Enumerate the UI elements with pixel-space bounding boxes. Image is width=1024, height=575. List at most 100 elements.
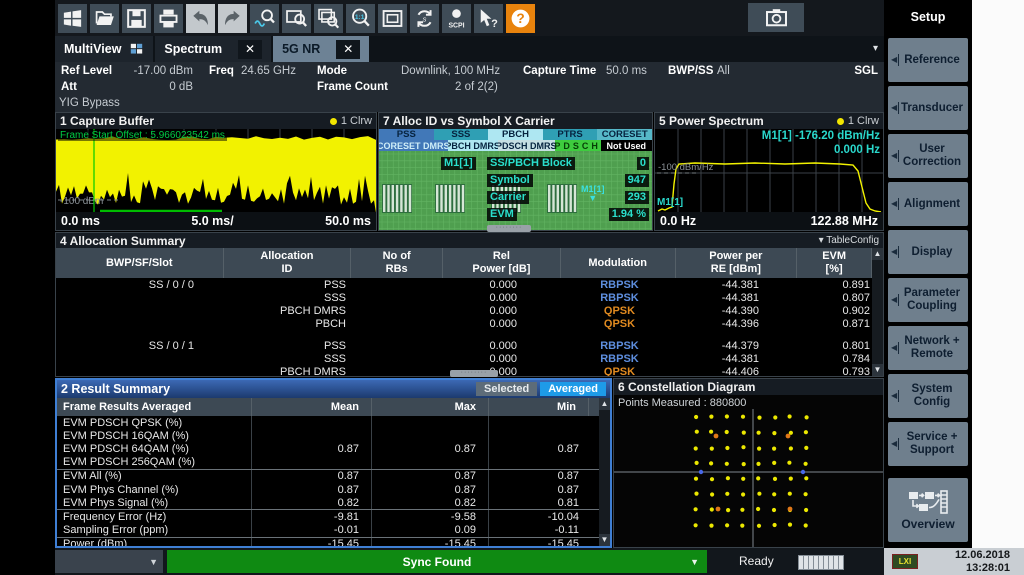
column-header[interactable]: Power perRE [dBm]	[676, 248, 798, 278]
result-tab-selected[interactable]: Selected	[476, 382, 537, 396]
cell-power-per-re: -44.406	[677, 366, 799, 378]
sync-button[interactable]: s	[410, 4, 439, 33]
cell-rel-power: 0.000	[444, 292, 562, 304]
sync-status-dropdown[interactable]: Sync Found ▼	[167, 550, 707, 573]
help-button[interactable]: ?	[506, 4, 535, 33]
cell-mean: -0.01	[252, 524, 372, 537]
cell-rel-power: 0.000	[444, 305, 562, 317]
display-window-button[interactable]	[378, 4, 407, 33]
cell-max: 0.87	[372, 483, 489, 496]
result-tab-averaged[interactable]: Averaged	[540, 382, 606, 396]
result-summary-scrollbar[interactable]: ▲ ▼	[599, 398, 610, 546]
side-menu-arrow-icon: ◀	[891, 54, 899, 66]
datetime-stack: 12.06.2018 13:28:01	[955, 549, 1010, 575]
zoom-window-button[interactable]	[282, 4, 311, 33]
scroll-up-icon[interactable]: ▲	[599, 398, 610, 410]
print-icon	[157, 7, 180, 30]
windows-icon	[61, 7, 84, 30]
column-header[interactable]: EVM[%]	[797, 248, 872, 278]
softkey-reference[interactable]: ◀Reference	[888, 38, 968, 82]
svg-text:1:1: 1:1	[355, 13, 365, 20]
softkey-transducer[interactable]: ◀Transducer	[888, 86, 968, 130]
side-menu-arrow-icon: ◀	[891, 342, 899, 354]
zoom-trace-button[interactable]	[250, 4, 279, 33]
svg-text:s: s	[423, 14, 427, 23]
tab-overflow-icon[interactable]: ▾	[873, 43, 878, 54]
screenshot-button[interactable]	[748, 3, 804, 32]
zoom-multi-button[interactable]	[314, 4, 343, 33]
table-row: SSS0.000RBPSK-44.3810.807	[56, 291, 883, 304]
cell-min	[489, 416, 589, 429]
softkey-menu-title: Setup	[888, 0, 968, 34]
column-header[interactable]: RelPower [dB]	[443, 248, 561, 278]
marker-row-value: 1.94 %	[609, 208, 649, 221]
legend-item-pdsch: PDSCH	[555, 140, 601, 151]
scroll-down-icon[interactable]: ▼	[599, 534, 610, 546]
column-header[interactable]: BWP/SF/Slot	[56, 248, 224, 278]
softkey-parameter-coupling[interactable]: ◀Parameter Coupling	[888, 278, 968, 322]
tab-bar: MultiViewSpectrum✕5G NR✕ ▾	[55, 36, 884, 62]
splitter-handle[interactable]: ········	[450, 370, 498, 377]
softkey-user-correction[interactable]: ◀User Correction	[888, 134, 968, 178]
softkey-service-support[interactable]: ◀Service + Support	[888, 422, 968, 466]
header-label: Ref Level	[61, 65, 112, 77]
cell-min: -15.45	[489, 538, 589, 548]
cell-modulation: RBPSK	[562, 292, 677, 304]
cell-max: -9.58	[372, 510, 489, 523]
cell-allocation-id: PSS	[224, 340, 352, 352]
display-window-icon	[381, 7, 404, 30]
power-spectrum-plot: -100 dBm/HzM1[1] M1[1] -176.20 dBm/Hz 0.…	[655, 129, 883, 213]
softkey-display[interactable]: ◀Display	[888, 230, 968, 274]
cell-power-per-re: -44.390	[677, 305, 799, 317]
result-summary-panel: 2 Result Summary SelectedAveraged Frame …	[55, 378, 612, 548]
scroll-down-icon[interactable]: ▼	[872, 364, 883, 376]
column-header[interactable]: Min	[489, 398, 589, 416]
column-header[interactable]: No ofRBs	[351, 248, 443, 278]
column-header[interactable]: Frame Results Averaged	[57, 398, 252, 416]
zoom-1to1-button[interactable]: 1:1	[346, 4, 375, 33]
toolbar-icons: 1:1 s SCPI??	[55, 4, 538, 33]
tab-5g-nr[interactable]: 5G NR✕	[273, 36, 369, 62]
legend-item-ptrs: PTRS	[543, 129, 598, 140]
softkey-system-config[interactable]: ◀System Config	[888, 374, 968, 418]
window-select-dropdown[interactable]: ▼	[55, 550, 163, 573]
trace-legend: 1 Clrw	[330, 115, 372, 127]
table-config-button[interactable]: ▾ TableConfig	[819, 235, 879, 246]
softkey-alignment[interactable]: ◀Alignment	[888, 182, 968, 226]
column-header[interactable]: Mean	[252, 398, 372, 416]
column-header[interactable]: Modulation	[561, 248, 676, 278]
close-tab-icon[interactable]: ✕	[336, 40, 360, 59]
overview-button[interactable]: Overview	[888, 478, 968, 542]
cell-power-per-re: -44.381	[677, 292, 799, 304]
cell-mean: 0.87	[252, 470, 372, 483]
legend-item-pdsch-dmrs: PDSCH DMRS	[498, 140, 555, 151]
column-header[interactable]: Max	[372, 398, 489, 416]
softkey-network-remote[interactable]: ◀Network + Remote	[888, 326, 968, 370]
allocation-summary-scrollbar[interactable]: ▲ ▼	[872, 248, 883, 376]
cell-metric: Frequency Error (Hz)	[57, 510, 252, 523]
open-button[interactable]	[90, 4, 119, 33]
scpi-button[interactable]: SCPI	[442, 4, 471, 33]
windows-button[interactable]	[58, 4, 87, 33]
column-header[interactable]: AllocationID	[224, 248, 352, 278]
time-label: 13:28:01	[955, 562, 1010, 575]
undo-button[interactable]	[186, 4, 215, 33]
print-button[interactable]	[154, 4, 183, 33]
header-label: Frame Count	[317, 81, 388, 93]
redo-button[interactable]	[218, 4, 247, 33]
table-row: EVM Phys Channel (%)0.870.870.87	[57, 483, 610, 496]
cell-modulation: QPSK	[562, 305, 677, 317]
cell-evm: 0.807	[799, 292, 874, 304]
close-tab-icon[interactable]: ✕	[238, 40, 262, 59]
tab-spectrum[interactable]: Spectrum✕	[155, 36, 271, 62]
cell-max	[372, 429, 489, 442]
header-label: Freq	[209, 65, 234, 77]
marker-row-value: 0	[637, 157, 649, 170]
cursor-help-button[interactable]: ?	[474, 4, 503, 33]
tab-multiview[interactable]: MultiView	[55, 36, 153, 62]
cell-max: 0.87	[372, 470, 489, 483]
cell-min: 0.87	[489, 442, 589, 455]
splitter-handle[interactable]: ········	[487, 225, 531, 232]
scroll-up-icon[interactable]: ▲	[872, 248, 883, 260]
save-button[interactable]	[122, 4, 151, 33]
